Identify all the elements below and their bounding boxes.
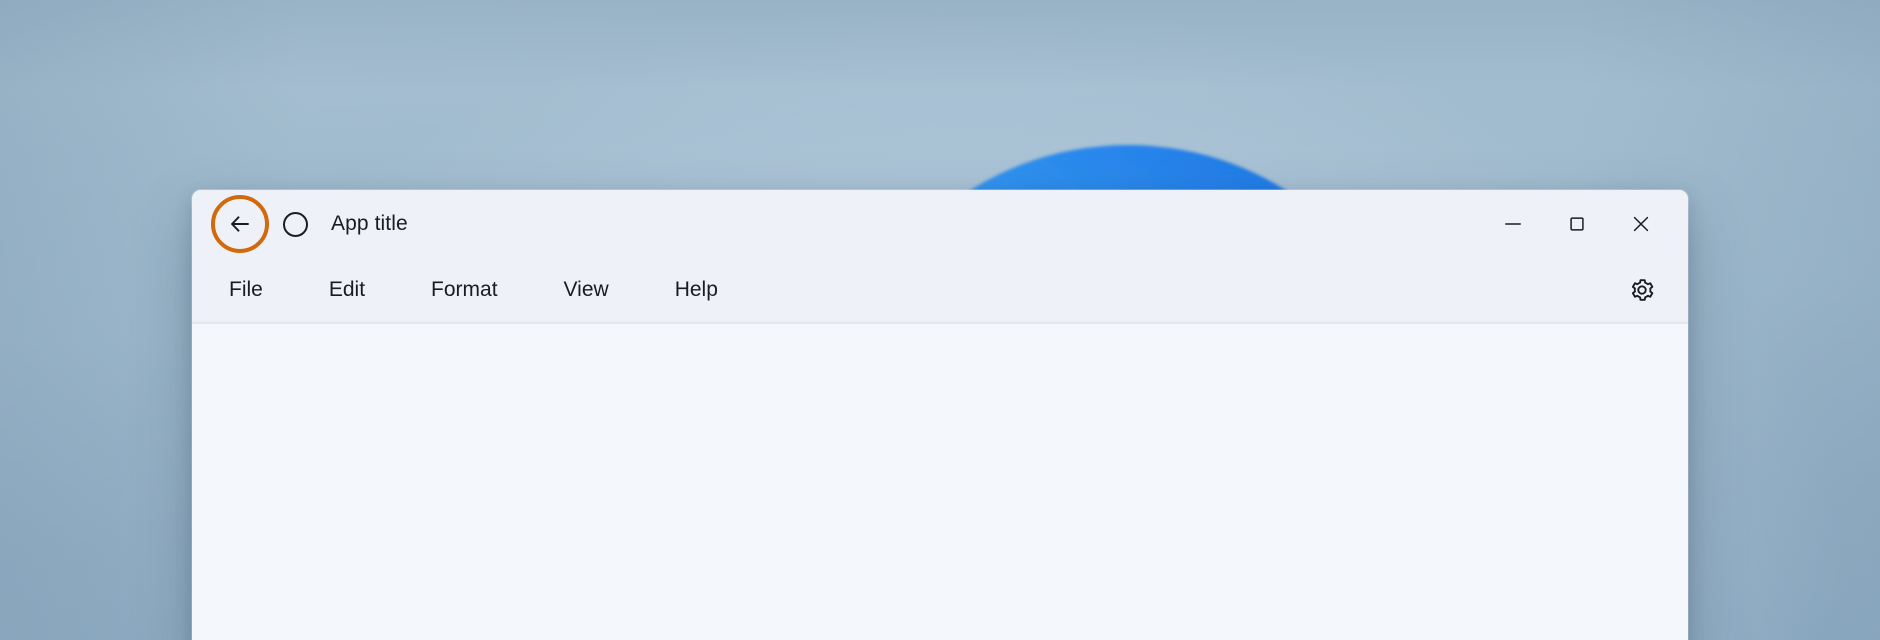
app-title: App title — [331, 212, 408, 235]
menu-item-format[interactable]: Format — [421, 272, 508, 308]
settings-button[interactable] — [1622, 270, 1662, 310]
maximize-icon — [1566, 213, 1588, 235]
title-bar[interactable]: App title — [192, 190, 1688, 258]
app-icon — [281, 210, 309, 238]
screen: App title File Edit Format View Help — [0, 0, 1880, 640]
circle-outline-icon — [282, 211, 308, 237]
menu-item-list: File Edit Format View Help — [192, 272, 728, 308]
app-window: App title File Edit Format View Help — [192, 190, 1688, 640]
menu-item-file[interactable]: File — [219, 272, 273, 308]
menu-item-edit[interactable]: Edit — [319, 272, 375, 308]
close-button[interactable] — [1609, 190, 1673, 258]
back-button[interactable] — [217, 201, 263, 247]
close-icon — [1630, 213, 1652, 235]
maximize-button[interactable] — [1545, 190, 1609, 258]
minimize-button[interactable] — [1481, 190, 1545, 258]
gear-icon — [1628, 276, 1656, 304]
window-controls — [1481, 190, 1688, 258]
content-area[interactable] — [192, 324, 1688, 640]
menu-bar: File Edit Format View Help — [192, 258, 1688, 324]
arrow-left-icon — [227, 211, 253, 237]
menu-item-view[interactable]: View — [554, 272, 619, 308]
minimize-icon — [1502, 213, 1524, 235]
title-bar-left-group: App title — [192, 190, 408, 258]
menu-item-help[interactable]: Help — [665, 272, 728, 308]
